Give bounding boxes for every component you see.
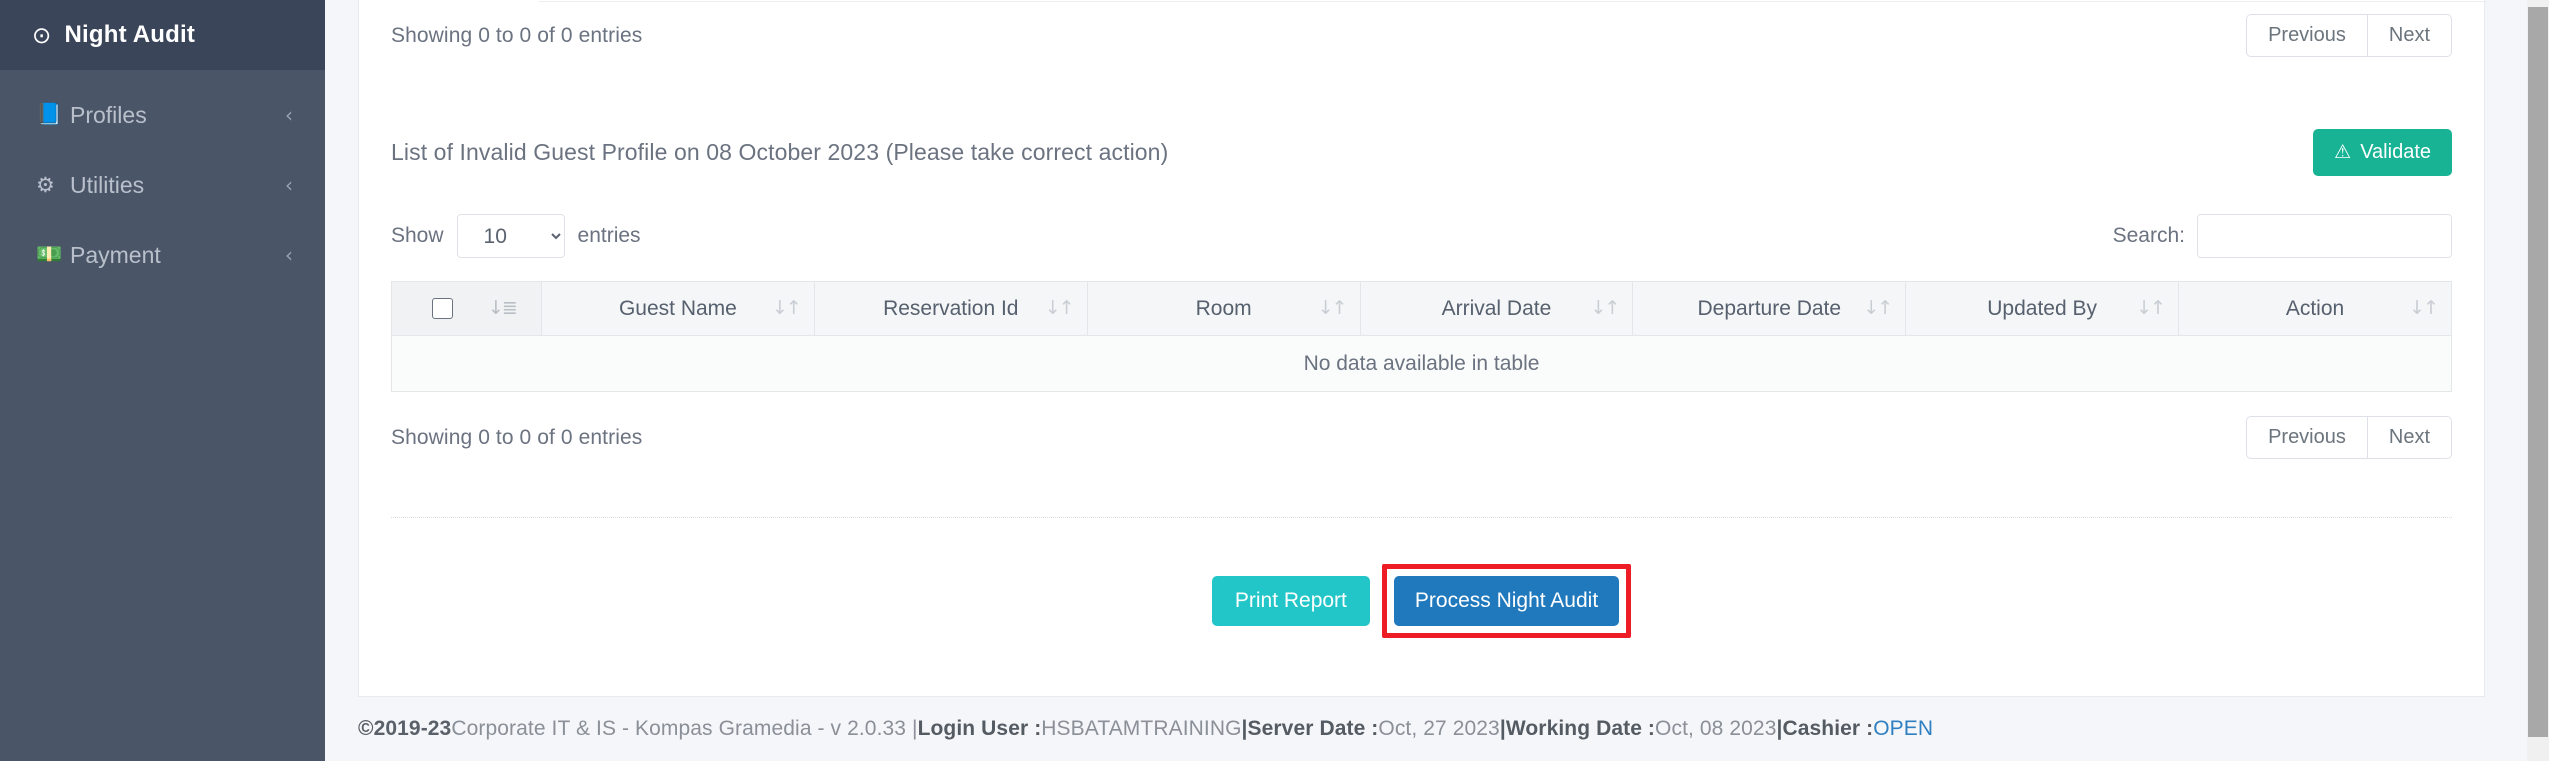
sort-both-icon: ↓↑ [1317,297,1348,319]
sidebar-item-label: Payment [70,241,161,268]
top-table-footer: Showing 0 to 0 of 0 entries Previous Nex… [391,0,2452,57]
page-size-select[interactable]: 10 25 50 100 [456,214,565,258]
bottom-next-button[interactable]: Next [2367,416,2452,459]
section-header: List of Invalid Guest Profile on 08 Octo… [391,129,2452,176]
footer-login-user-label: Login User : [917,717,1042,740]
top-previous-button[interactable]: Previous [2246,14,2368,57]
entries-label: entries [577,224,641,247]
night-audit-page: ⊙ Night Audit 📘 Profiles ‹ ⚙ Utilities ‹… [0,0,2549,761]
table-empty-row: No data available in table [391,335,2452,392]
sidebar-brand[interactable]: ⊙ Night Audit [0,0,325,70]
search-input[interactable] [2197,214,2452,258]
validate-button[interactable]: ⚠ Validate [2313,129,2452,176]
search-group: Search: [2113,214,2452,258]
column-room[interactable]: Room ↓↑ [1086,281,1361,336]
banknote-icon: 💵 [36,243,63,266]
sort-both-icon: ↓↑ [2136,297,2166,319]
column-label: Reservation Id [883,296,1019,320]
table-header-row: ↓≣ Guest Name ↓↑ Reservation Id ↓↑ Room … [391,281,2452,336]
footer-copyright: ©2019-23 [358,717,452,740]
table-head: ↓≣ Guest Name ↓↑ Reservation Id ↓↑ Room … [391,281,2452,336]
chevron-left-icon: ‹ [285,103,293,127]
section-title: List of Invalid Guest Profile on 08 Octo… [391,139,1169,165]
footer-server-date-label: Server Date : [1247,717,1379,740]
top-next-button[interactable]: Next [2367,14,2452,57]
chevron-left-icon: ‹ [285,173,293,197]
footer-cashier-label: Cashier : [1782,717,1874,740]
footer-working-date-label: Working Date : [1505,717,1656,740]
sidebar-nav: 📘 Profiles ‹ ⚙ Utilities ‹ 💵 Payment ‹ [0,70,325,290]
column-departure-date[interactable]: Departure Date ↓↑ [1632,281,1907,336]
actions-divider [391,517,2452,518]
sidebar-item-profiles[interactable]: 📘 Profiles ‹ [0,80,325,150]
sort-both-icon: ↓↑ [1590,297,1621,319]
table-controls: Show 10 25 50 100 entries Search: [391,214,2452,258]
process-night-audit-button[interactable]: Process Night Audit [1393,576,1620,626]
chevron-left-icon: ‹ [285,243,293,267]
print-report-button[interactable]: Print Report [1211,576,1370,626]
column-label: Action [2285,296,2345,320]
sidebar: ⊙ Night Audit 📘 Profiles ‹ ⚙ Utilities ‹… [0,0,325,761]
sort-both-icon: ↓↑ [1044,297,1075,319]
sort-desc-icon: ↓≣ [488,297,518,319]
night-audit-card: Showing 0 to 0 of 0 entries Previous Nex… [358,0,2487,697]
column-label: Updated By [1987,296,2098,320]
show-entries-group: Show 10 25 50 100 entries [391,214,641,258]
top-divider [539,1,2487,2]
sort-both-icon: ↓↑ [2409,297,2439,319]
column-label: Arrival Date [1441,296,1552,320]
bottom-previous-button[interactable]: Previous [2246,416,2368,459]
column-reservation-id[interactable]: Reservation Id ↓↑ [813,281,1088,336]
top-pagination: Previous Next [2246,14,2452,57]
column-arrival-date[interactable]: Arrival Date ↓↑ [1359,281,1634,336]
sidebar-item-utilities[interactable]: ⚙ Utilities ‹ [0,150,325,220]
sort-both-icon: ↓↑ [1863,297,1893,319]
warning-triangle-icon: ⚠ [2334,142,2352,163]
sidebar-item-label: Profiles [70,101,147,128]
bottom-pagination: Previous Next [2246,416,2452,459]
scrollbar-thumb[interactable] [2528,7,2548,737]
bottom-table-info: Showing 0 to 0 of 0 entries [391,425,643,449]
main-content: Showing 0 to 0 of 0 entries Previous Nex… [325,0,2549,761]
column-select-all[interactable]: ↓≣ [391,281,542,336]
footer-company: Corporate IT & IS - Kompas Gramedia - v … [451,717,918,740]
sidebar-brand-label: Night Audit [64,21,196,48]
footer-server-date-value: Oct, 27 2023 [1378,717,1500,740]
column-label: Departure Date [1697,296,1842,320]
process-night-audit-highlight: Process Night Audit [1381,564,1632,638]
footer-login-user-value: HSBATAMTRAINING [1041,717,1242,740]
show-label: Show [391,224,444,247]
sidebar-item-payment[interactable]: 💵 Payment ‹ [0,220,325,290]
sidebar-item-label: Utilities [70,171,145,198]
column-updated-by[interactable]: Updated By ↓↑ [1905,281,2180,336]
gear-icon: ⚙ [36,173,55,197]
search-label: Search: [2112,224,2185,247]
top-table-info: Showing 0 to 0 of 0 entries [391,23,643,47]
column-label: Room [1195,296,1252,320]
sort-both-icon: ↓↑ [772,297,802,319]
page-footer: ©2019-23 Corporate IT & IS - Kompas Gram… [325,697,2549,761]
validate-button-label: Validate [2360,141,2431,163]
action-buttons: Print Report Process Night Audit [391,564,2452,638]
book-icon: 📘 [36,103,63,126]
column-label: Guest Name [618,296,737,320]
footer-working-date-value: Oct, 08 2023 [1655,717,1777,740]
clock-icon: ⊙ [32,21,52,48]
column-guest-name[interactable]: Guest Name ↓↑ [541,281,815,336]
footer-cashier-value: OPEN [1873,717,1934,740]
select-all-checkbox[interactable] [432,298,453,319]
table-empty-message: No data available in table [391,335,2452,392]
card-body: Showing 0 to 0 of 0 entries Previous Nex… [359,0,2484,638]
column-action[interactable]: Action ↓↑ [2178,281,2452,336]
bottom-table-footer: Showing 0 to 0 of 0 entries Previous Nex… [391,416,2452,459]
vertical-scrollbar[interactable] [2527,0,2549,761]
invalid-guest-profile-table: ↓≣ Guest Name ↓↑ Reservation Id ↓↑ Room … [391,281,2452,392]
table-body: No data available in table [391,335,2452,392]
